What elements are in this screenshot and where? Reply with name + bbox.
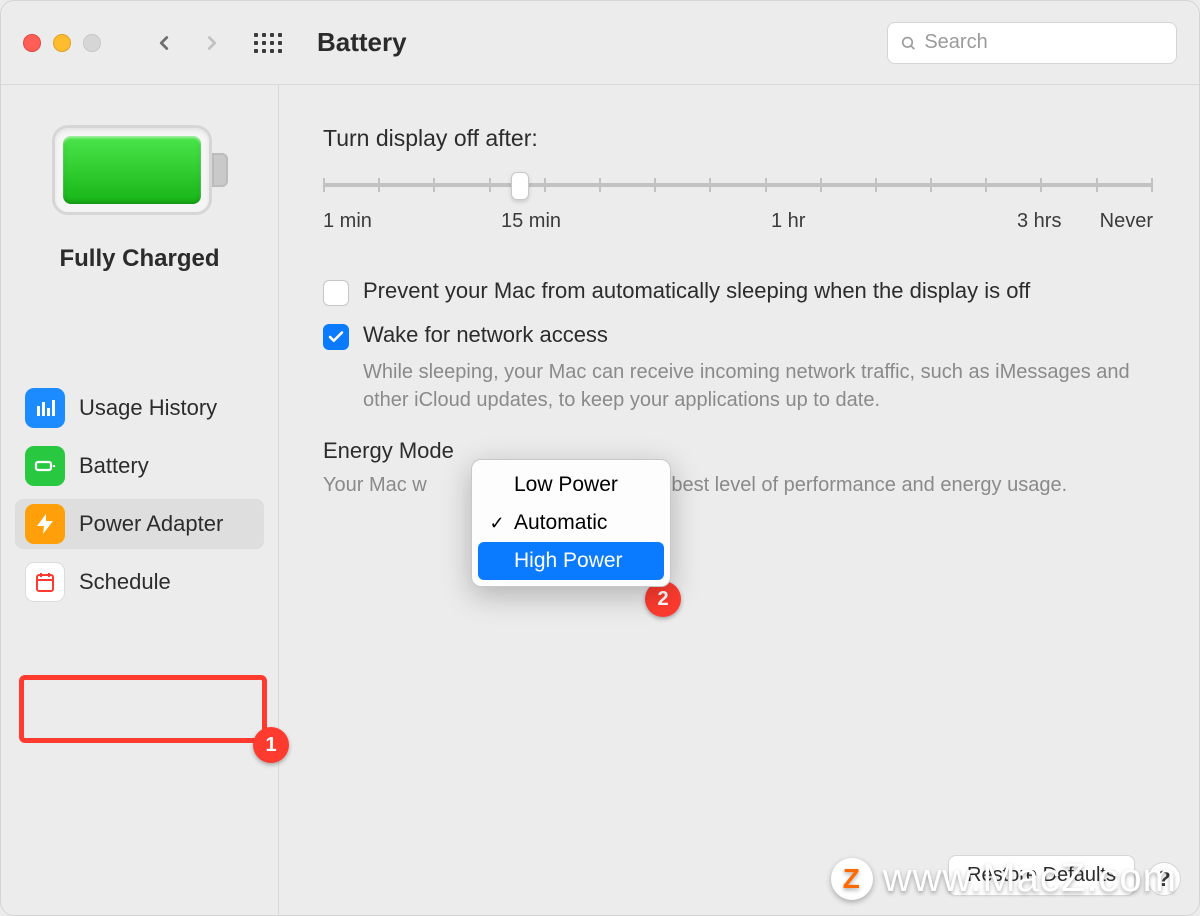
- schedule-icon: [25, 562, 65, 602]
- energy-mode-label: Energy Mode: [323, 438, 454, 464]
- sidebar-item-battery[interactable]: Battery: [15, 441, 264, 491]
- prevent-sleep-label: Prevent your Mac from automatically slee…: [363, 278, 1030, 304]
- dropdown-option-low-power[interactable]: Low Power: [478, 466, 664, 504]
- traffic-lights: [23, 34, 101, 52]
- close-window-button[interactable]: [23, 34, 41, 52]
- zoom-window-button[interactable]: [83, 34, 101, 52]
- forward-button: [197, 28, 227, 58]
- wake-network-description: While sleeping, your Mac can receive inc…: [363, 358, 1143, 414]
- power-adapter-icon: [25, 504, 65, 544]
- display-off-slider[interactable]: [323, 170, 1153, 200]
- usage-history-icon: [25, 388, 65, 428]
- battery-icon: [25, 446, 65, 486]
- search-input[interactable]: [924, 31, 1164, 54]
- sidebar-item-label: Usage History: [79, 395, 217, 421]
- help-button[interactable]: ?: [1147, 862, 1181, 896]
- checkmark-icon: ✓: [488, 513, 506, 534]
- wake-network-label: Wake for network access: [363, 322, 608, 348]
- slider-thumb[interactable]: [511, 172, 529, 200]
- main-content: Turn display off after: 1 min 15 min 1 h…: [279, 85, 1199, 916]
- search-icon: [900, 34, 916, 52]
- sidebar-item-usage-history[interactable]: Usage History: [15, 383, 264, 433]
- search-field[interactable]: [887, 22, 1177, 64]
- minimize-window-button[interactable]: [53, 34, 71, 52]
- sidebar: Fully Charged Usage History Battery: [1, 85, 279, 916]
- energy-mode-dropdown[interactable]: Low Power ✓Automatic High Power: [471, 459, 671, 587]
- dropdown-option-high-power[interactable]: High Power: [478, 542, 664, 580]
- prevent-sleep-checkbox[interactable]: [323, 280, 349, 306]
- battery-status-text: Fully Charged: [59, 245, 219, 273]
- sidebar-item-label: Battery: [79, 453, 149, 479]
- slider-tick-labels: 1 min 15 min 1 hr 3 hrs Never: [323, 210, 1153, 238]
- sidebar-item-power-adapter[interactable]: Power Adapter: [15, 499, 264, 549]
- annotation-badge-1: 1: [253, 727, 289, 763]
- show-all-prefs-icon[interactable]: [253, 28, 283, 58]
- battery-illustration: [52, 125, 228, 215]
- display-off-label: Turn display off after:: [323, 125, 1159, 152]
- wake-network-checkbox[interactable]: [323, 324, 349, 350]
- dropdown-option-automatic[interactable]: ✓Automatic: [478, 504, 664, 542]
- sidebar-item-schedule[interactable]: Schedule: [15, 557, 264, 607]
- sidebar-item-label: Power Adapter: [79, 511, 223, 537]
- energy-mode-description: Your Mac will automatically choose the b…: [323, 474, 1159, 497]
- sidebar-item-label: Schedule: [79, 569, 171, 595]
- back-button[interactable]: [149, 28, 179, 58]
- restore-defaults-button[interactable]: Restore Defaults: [948, 855, 1135, 896]
- window-title: Battery: [317, 27, 407, 58]
